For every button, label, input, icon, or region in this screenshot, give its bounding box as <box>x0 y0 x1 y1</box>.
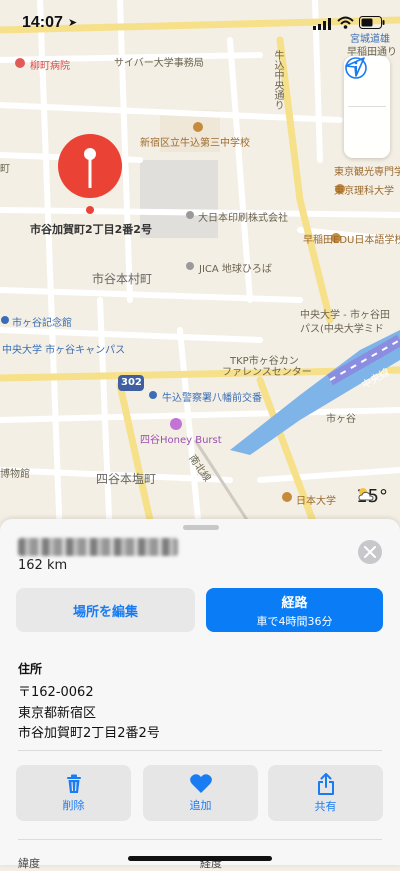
map-label: 大日本印刷株式会社 <box>198 213 288 224</box>
divider <box>18 750 382 751</box>
map-label: 牛込警察署八幡前交番 <box>162 393 262 404</box>
map-controls <box>344 56 390 158</box>
map-label: 中央大学 市ヶ谷キャンパス <box>2 345 126 356</box>
map-label: 東京観光専門学 <box>334 167 400 178</box>
directions-button[interactable]: 経路 車で4時間36分 <box>206 588 383 632</box>
add-label: 追加 <box>189 799 212 812</box>
heart-icon <box>189 774 212 793</box>
map-label: 四谷Honey Burst <box>140 435 222 446</box>
route-302-label: 302 <box>121 377 142 388</box>
map-label: 東京理科大学 <box>334 186 394 197</box>
directions-title: 経路 <box>281 595 308 611</box>
pin-label: 市谷加賀町2丁目2番2号 <box>30 223 152 236</box>
close-icon <box>364 546 376 558</box>
trash-icon <box>66 774 81 793</box>
map-label: 宮城道雄 <box>350 34 390 45</box>
map-label: 新宿区立牛込第三中学校 <box>140 138 250 149</box>
map-label: 市ヶ谷記念館 <box>12 318 72 329</box>
locate-me-button[interactable] <box>344 57 390 157</box>
share-button[interactable]: 共有 <box>268 765 383 821</box>
add-favorite-button[interactable]: 追加 <box>143 765 258 821</box>
map-label: 牛込中央通り <box>272 50 283 110</box>
map-label: 早稲田EDU日本語学校 <box>303 235 400 246</box>
partly-cloudy-icon <box>358 488 374 501</box>
weather-indicator: 15° <box>356 486 388 507</box>
map-label: 柳町病院 <box>30 61 70 72</box>
place-name-redacted <box>18 538 178 556</box>
map-label: JICA 地球ひろば <box>199 264 272 275</box>
delete-button[interactable]: 削除 <box>16 765 131 821</box>
delete-label: 削除 <box>62 798 85 812</box>
close-button[interactable] <box>358 540 382 564</box>
map-label: 四谷本塩町 <box>96 472 157 486</box>
address-street: 市谷加賀町2丁目2番2号 <box>18 726 160 741</box>
map-view[interactable]: 14:07 ➤ 柳町病院 サイバー大学事務局 早稲田通り 牛込中央通り 新宿区立… <box>0 0 400 540</box>
map-label: 日本大学 <box>296 496 336 507</box>
postal-code: 〒162-0062 <box>18 685 94 700</box>
location-arrow-icon <box>345 57 365 77</box>
divider <box>18 839 382 840</box>
sheet-grabber[interactable] <box>183 525 219 530</box>
share-label: 共有 <box>314 799 337 813</box>
map-label: 市ヶ谷 <box>326 414 356 425</box>
address-heading: 住所 <box>18 662 43 676</box>
latitude-label: 緯度 <box>18 857 40 870</box>
map-label: サイバー大学事務局 <box>114 58 204 69</box>
distance-text: 162 km <box>18 558 68 573</box>
map-label: パス(中央大学ミド <box>300 324 384 335</box>
home-indicator[interactable] <box>128 856 272 861</box>
map-label: 町 <box>0 164 10 175</box>
map-label: 博物館 <box>0 469 30 480</box>
map-label: 市谷本村町 <box>92 272 153 286</box>
directions-eta: 車で4時間36分 <box>256 614 333 628</box>
map-label: 中央大学 - 市ヶ谷田 <box>300 310 390 321</box>
place-card: 162 km 場所を編集 経路 車で4時間36分 住所 〒162-0062 東京… <box>0 519 400 870</box>
clock: 14:07 <box>22 14 63 31</box>
address-city: 東京都新宿区 <box>18 706 97 721</box>
status-bar: 14:07 ➤ <box>0 0 400 48</box>
location-arrow-icon: ➤ <box>68 16 78 29</box>
edit-location-button[interactable]: 場所を編集 <box>16 588 195 632</box>
share-icon <box>317 772 334 795</box>
map-label: ファレンスセンター <box>222 367 312 378</box>
